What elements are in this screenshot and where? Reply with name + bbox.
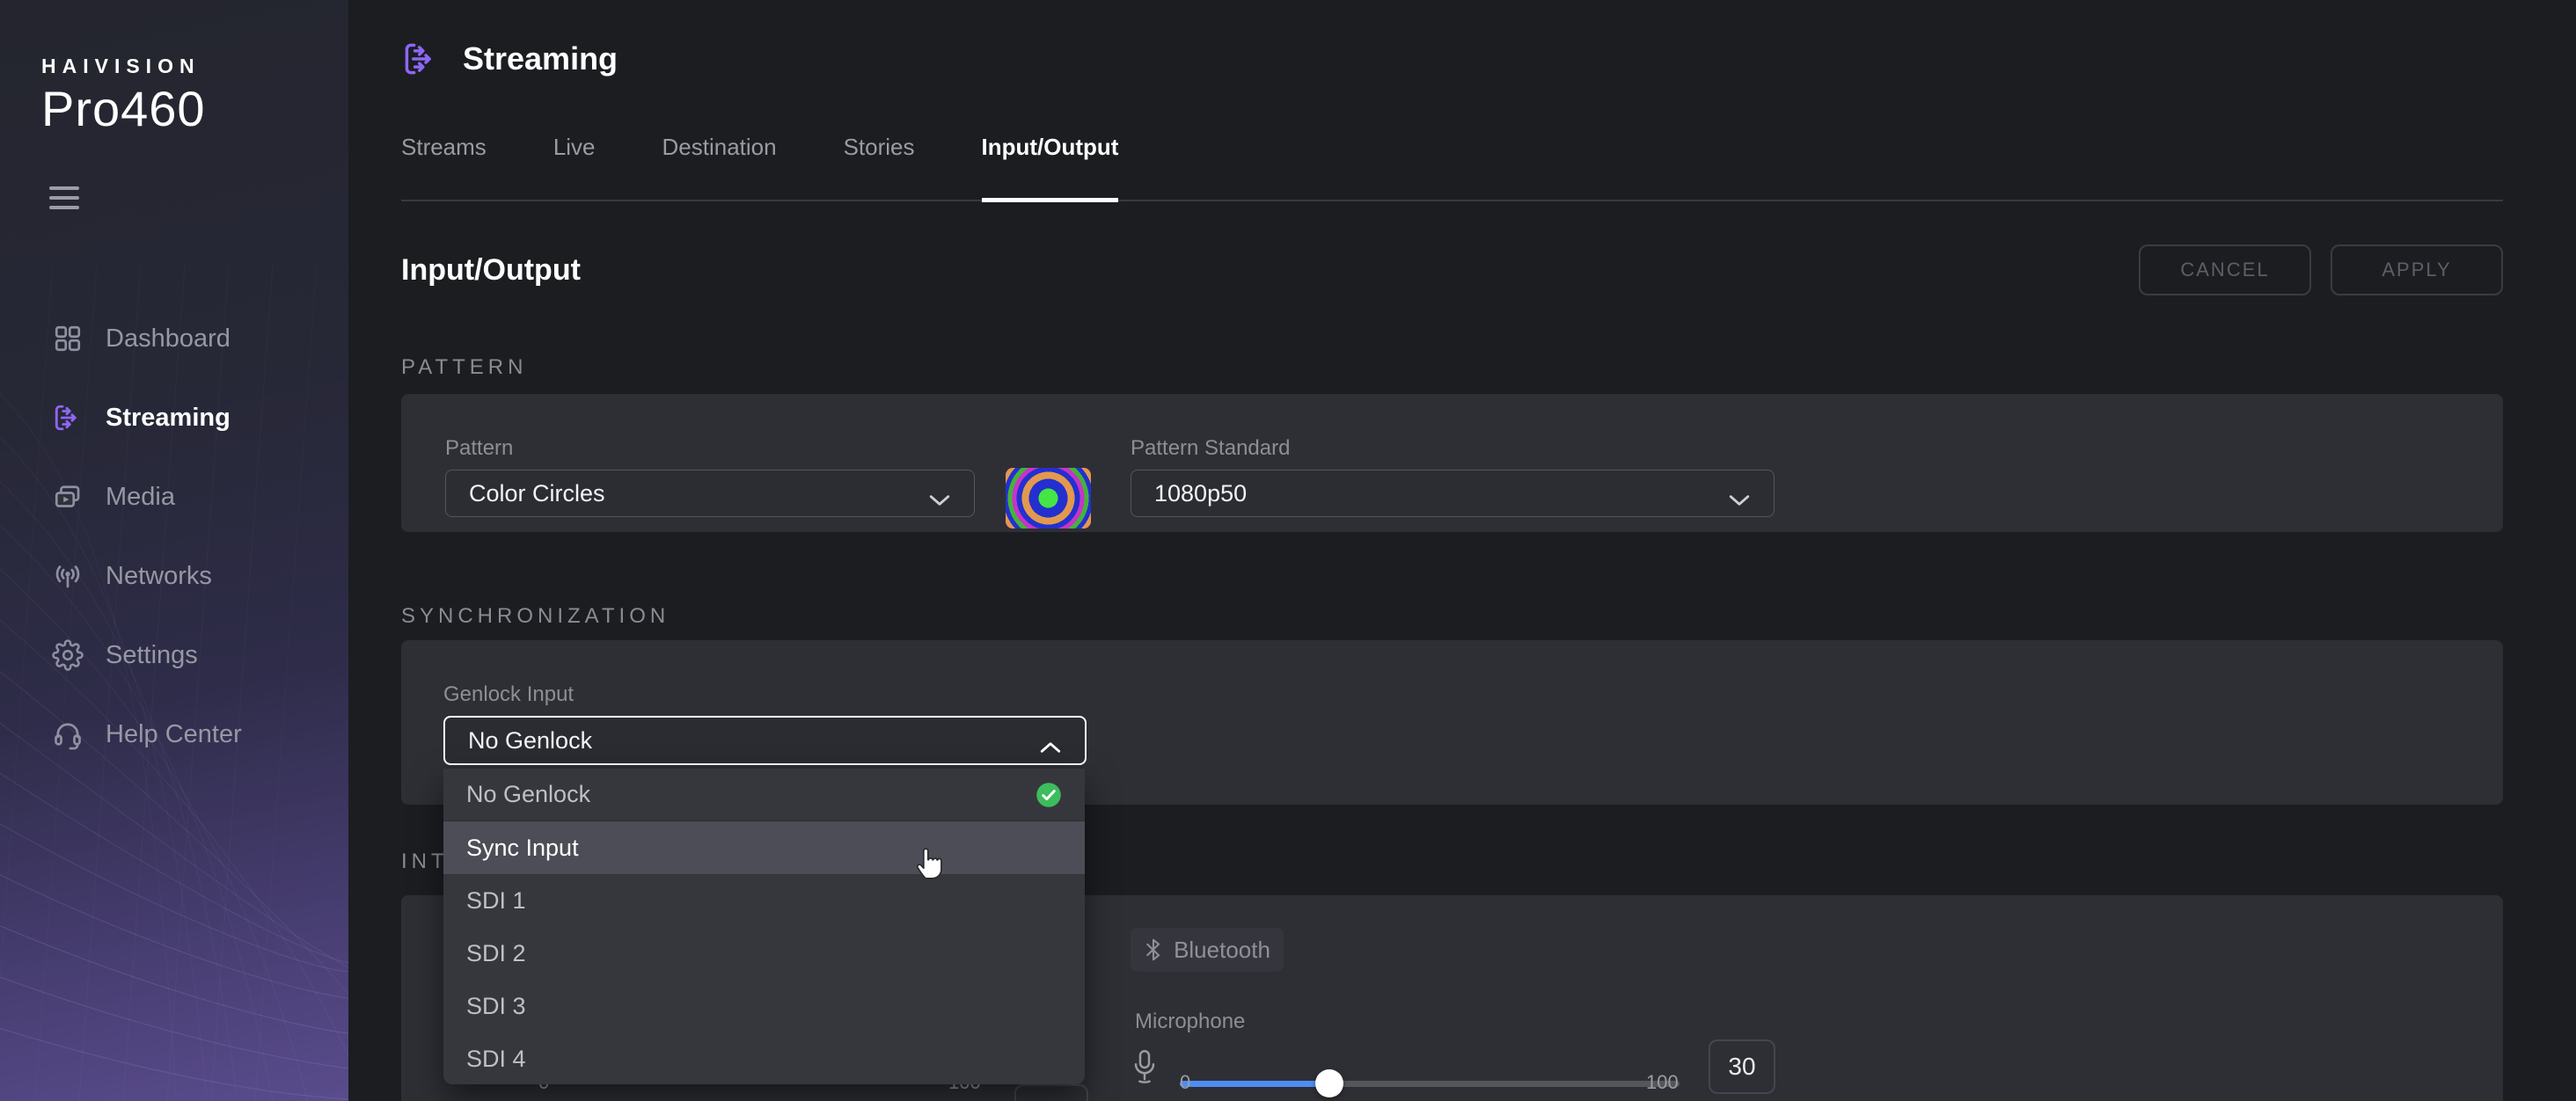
pattern-standard-value: 1080p50 (1154, 480, 1247, 507)
bluetooth-button[interactable]: Bluetooth (1131, 928, 1284, 972)
page-head: Input/Output CANCEL APPLY (401, 244, 2503, 295)
tab-destination[interactable]: Destination (662, 134, 777, 200)
dropdown-option-label: SDI 3 (466, 993, 526, 1020)
pattern-standard-label: Pattern Standard (1131, 436, 1290, 461)
sidebar-item-media[interactable]: Media (0, 457, 348, 536)
pattern-card: Pattern Color Circles Pattern Standard 1… (401, 394, 2503, 532)
apply-button[interactable]: APPLY (2331, 244, 2503, 295)
tab-input-output[interactable]: Input/Output (982, 134, 1119, 202)
dropdown-option-label: SDI 2 (466, 940, 526, 967)
sidebar-item-label: Networks (106, 562, 212, 591)
page-title: Input/Output (401, 253, 581, 288)
dropdown-option-label: No Genlock (466, 781, 590, 808)
dropdown-option-sync-input[interactable]: Sync Input (443, 821, 1085, 874)
sidebar-item-label: Media (106, 483, 175, 512)
dropdown-option-sdi-1[interactable]: SDI 1 (443, 874, 1085, 927)
sidebar-item-settings[interactable]: Settings (0, 616, 348, 695)
main-content: Streaming Streams Live Destination Stori… (348, 0, 2576, 1101)
dropdown-option-label: SDI 1 (466, 887, 526, 915)
bluetooth-icon (1144, 937, 1163, 963)
sidebar-item-networks[interactable]: Networks (0, 536, 348, 616)
bluetooth-label: Bluetooth (1174, 937, 1270, 964)
mic-slider-fill (1180, 1081, 1329, 1087)
mic-value: 30 (1728, 1053, 1755, 1081)
menu-collapse-icon[interactable] (49, 186, 79, 209)
sidebar-item-label: Streaming (106, 404, 231, 433)
sidebar-item-label: Help Center (106, 720, 242, 749)
slider-thumb[interactable] (1315, 1069, 1343, 1097)
sidebar: HAIVISION Pro460 Dashboard (0, 0, 348, 1101)
antenna-icon (51, 559, 84, 593)
app-root: HAIVISION Pro460 Dashboard (0, 0, 2576, 1101)
chevron-up-icon (1039, 733, 1062, 747)
brand-logo: HAIVISION Pro460 (41, 55, 206, 137)
color-circles-preview (1006, 468, 1091, 529)
dropdown-option-sdi-3[interactable]: SDI 3 (443, 980, 1085, 1032)
app-header: Streaming (401, 39, 618, 79)
mic-value-box[interactable]: 30 (1709, 1039, 1775, 1094)
tab-live[interactable]: Live (553, 134, 596, 200)
dropdown-option-sdi-2[interactable]: SDI 2 (443, 927, 1085, 980)
microphone-icon (1131, 1046, 1158, 1089)
streaming-arrows-icon (401, 39, 440, 79)
pattern-standard-select[interactable]: 1080p50 (1131, 470, 1775, 517)
tab-streams[interactable]: Streams (401, 134, 487, 200)
dropdown-option-label: Sync Input (466, 835, 579, 862)
brand-haivision: HAIVISION (41, 55, 206, 78)
left-slider-value-box[interactable] (1014, 1084, 1088, 1101)
dropdown-option-sdi-4[interactable]: SDI 4 (443, 1032, 1085, 1084)
genlock-select-value: No Genlock (468, 727, 592, 755)
synchronization-card: Genlock Input No Genlock No Genlock (401, 640, 2503, 805)
chevron-down-icon (1728, 486, 1751, 500)
microphone-slider[interactable] (1180, 1062, 1680, 1101)
gear-icon (51, 638, 84, 672)
mic-slider-max-label: 100 (1646, 1071, 1679, 1094)
check-circle-icon (1036, 782, 1062, 808)
synchronization-section-label: SYNCHRONIZATION (401, 604, 670, 629)
pattern-select-value: Color Circles (469, 480, 605, 507)
sidebar-item-dashboard[interactable]: Dashboard (0, 299, 348, 378)
sidebar-item-label: Dashboard (106, 324, 231, 354)
cancel-button[interactable]: CANCEL (2139, 244, 2311, 295)
sidebar-item-label: Settings (106, 641, 198, 670)
microphone-label: Microphone (1135, 1010, 1245, 1034)
brand-pro460: Pro460 (41, 80, 206, 137)
dropdown-option-label: SDI 4 (466, 1046, 526, 1073)
genlock-input-label: Genlock Input (443, 682, 574, 707)
dashboard-grid-icon (51, 322, 84, 355)
pattern-field-label: Pattern (445, 436, 513, 461)
media-stack-icon (51, 480, 84, 514)
dropdown-option-no-genlock[interactable]: No Genlock (443, 769, 1085, 821)
section-title: Streaming (463, 40, 618, 77)
tab-stories[interactable]: Stories (844, 134, 915, 200)
pattern-select[interactable]: Color Circles (445, 470, 975, 517)
genlock-dropdown-menu: No Genlock Sync Input SDI 1 SDI 2 (443, 769, 1085, 1084)
sidebar-nav: Dashboard Streaming (0, 299, 348, 774)
headset-icon (51, 718, 84, 751)
sidebar-item-streaming[interactable]: Streaming (0, 378, 348, 457)
chevron-down-icon (928, 486, 951, 500)
sidebar-item-help-center[interactable]: Help Center (0, 695, 348, 774)
streaming-arrows-icon (51, 401, 84, 434)
pattern-section-label: PATTERN (401, 355, 527, 380)
mic-slider-min-label: 0 (1180, 1071, 1190, 1094)
genlock-select[interactable]: No Genlock (443, 716, 1087, 765)
tab-bar: Streams Live Destination Stories Input/O… (401, 134, 2503, 201)
